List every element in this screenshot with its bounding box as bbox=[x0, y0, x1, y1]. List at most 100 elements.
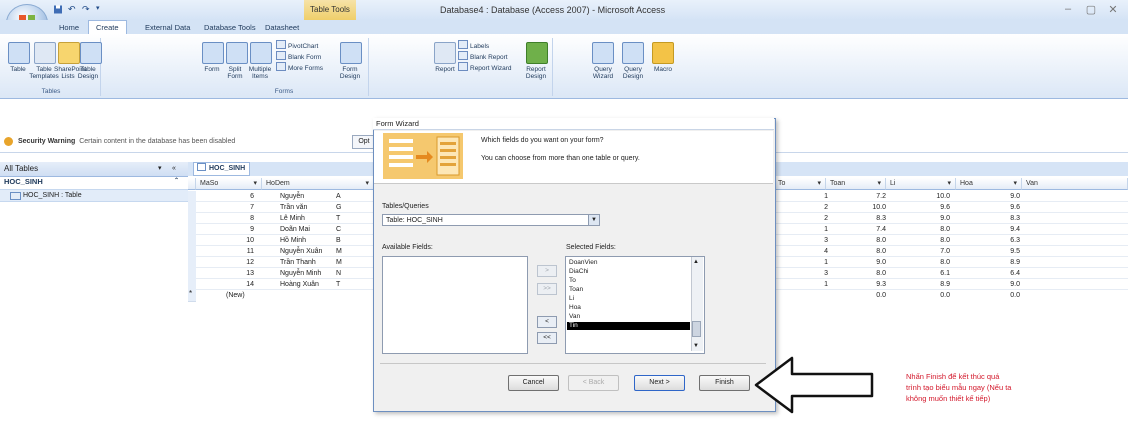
column-header-hodem[interactable]: HoDem ▾ bbox=[262, 178, 374, 190]
report-icon bbox=[434, 42, 456, 64]
nav-group-hoc-sinh[interactable]: HOC_SINH ⌃ bbox=[0, 177, 188, 188]
ribbon-group-other: Query Wizard Query Design Macro bbox=[588, 38, 696, 96]
multiple-items-icon bbox=[250, 42, 272, 64]
blank-report-icon bbox=[458, 51, 468, 60]
save-icon[interactable] bbox=[53, 4, 63, 15]
ribbon bbox=[0, 34, 1128, 99]
column-header-maso[interactable]: MaSo ▾ bbox=[196, 178, 262, 190]
table-design-icon bbox=[80, 42, 102, 64]
chevron-down-icon[interactable]: ▼ bbox=[588, 215, 599, 225]
column-header-to[interactable]: To ▾ bbox=[774, 178, 826, 190]
redo-icon[interactable]: ↷ bbox=[82, 4, 90, 15]
query-design-button[interactable]: Query Design bbox=[618, 66, 648, 80]
nav-item-hoc-sinh-table[interactable]: HOC_SINH : Table bbox=[0, 189, 188, 202]
form-design-icon bbox=[340, 42, 362, 64]
qat-customize-icon[interactable]: ▾ bbox=[96, 4, 100, 15]
tab-home[interactable]: Home bbox=[52, 21, 86, 34]
scrollbar-thumb[interactable] bbox=[692, 321, 701, 337]
table-templates-icon bbox=[34, 42, 56, 64]
form-icon bbox=[202, 42, 224, 64]
pointer-arrow-icon bbox=[754, 356, 874, 414]
new-cell-toan[interactable]: 0.0 bbox=[826, 290, 886, 301]
column-header-li[interactable]: Li ▾ bbox=[886, 178, 956, 190]
form-design-button[interactable]: Form Design bbox=[334, 66, 366, 80]
tab-external-data[interactable]: External Data bbox=[138, 21, 197, 34]
report-wizard-button[interactable]: Report Wizard bbox=[458, 62, 512, 72]
tables-queries-label: Tables/Queries bbox=[382, 203, 429, 210]
more-forms-button[interactable]: More Forms bbox=[276, 62, 323, 72]
table-design-button[interactable]: Table Design bbox=[76, 66, 100, 80]
column-header-toan[interactable]: Toan ▾ bbox=[826, 178, 886, 190]
tab-create[interactable]: Create bbox=[88, 20, 127, 35]
document-tab-hoc-sinh[interactable]: HOC_SINH bbox=[193, 162, 250, 176]
pivotchart-button[interactable]: PivotChart bbox=[276, 40, 318, 50]
contextual-tab-label: Table Tools bbox=[304, 0, 356, 20]
form-button[interactable]: Form bbox=[200, 66, 224, 73]
multiple-items-button[interactable]: Multiple Items bbox=[246, 66, 274, 80]
nav-pane-header[interactable]: All Tables ▾ « bbox=[0, 162, 188, 177]
next-button[interactable]: Next > bbox=[634, 375, 685, 391]
selected-fields-label: Selected Fields: bbox=[566, 244, 616, 251]
dialog-question: Which fields do you want on your form? bbox=[481, 137, 604, 144]
dialog-title: Form Wizard bbox=[373, 118, 774, 130]
tab-database-tools[interactable]: Database Tools bbox=[197, 21, 263, 34]
blank-form-icon bbox=[276, 51, 286, 60]
selected-field-item[interactable]: DiaChi bbox=[569, 268, 589, 276]
selected-field-item[interactable]: Toan bbox=[569, 286, 583, 294]
close-button[interactable]: ✕ bbox=[1103, 3, 1123, 16]
macro-button[interactable]: Macro bbox=[648, 66, 678, 73]
scroll-up-icon[interactable]: ▲ bbox=[693, 259, 699, 265]
split-form-button[interactable]: Split Form bbox=[222, 66, 248, 80]
selected-fields-list[interactable]: DoanVien DiaChi To Toan Li Hoa Van Tin bbox=[565, 256, 705, 354]
available-fields-label: Available Fields: bbox=[382, 244, 433, 251]
minimize-button[interactable]: – bbox=[1058, 3, 1078, 15]
nav-group-label: HOC_SINH bbox=[4, 177, 43, 186]
query-wizard-icon bbox=[592, 42, 614, 64]
report-design-icon bbox=[526, 42, 548, 64]
tables-queries-select[interactable]: Table: HOC_SINH bbox=[382, 214, 600, 226]
tab-datasheet[interactable]: Datasheet bbox=[258, 21, 306, 34]
available-fields-list[interactable] bbox=[382, 256, 528, 354]
move-all-right-button[interactable]: >> bbox=[537, 283, 557, 295]
new-cell-label[interactable]: (New) bbox=[226, 290, 266, 301]
scroll-down-icon[interactable]: ▼ bbox=[693, 343, 699, 349]
cancel-button[interactable]: Cancel bbox=[508, 375, 559, 391]
maximize-button[interactable]: ▢ bbox=[1081, 3, 1101, 16]
nav-dropdown-icon[interactable]: ▾ bbox=[158, 162, 162, 176]
undo-icon[interactable]: ↶ bbox=[68, 4, 76, 15]
finish-button[interactable]: Finish bbox=[699, 375, 750, 391]
blank-report-button[interactable]: Blank Report bbox=[458, 51, 508, 61]
selected-field-item[interactable]: DoanVien bbox=[569, 259, 597, 267]
selected-field-item[interactable]: Li bbox=[569, 295, 574, 303]
back-button[interactable]: < Back bbox=[568, 375, 619, 391]
selected-field-item[interactable]: Hoa bbox=[569, 304, 581, 312]
column-header-van[interactable]: Van bbox=[1022, 178, 1128, 190]
nav-collapse-icon[interactable]: « bbox=[172, 162, 176, 176]
chevron-up-icon[interactable]: ⌃ bbox=[174, 177, 179, 184]
move-all-left-button[interactable]: << bbox=[537, 332, 557, 344]
select-all-corner[interactable] bbox=[188, 178, 196, 190]
ribbon-group-forms: Form Split Form Multiple Items PivotChar… bbox=[200, 38, 369, 96]
new-record-selector[interactable]: * bbox=[188, 289, 196, 302]
warning-shield-icon bbox=[4, 137, 13, 146]
column-header-hoa[interactable]: Hoa ▾ bbox=[956, 178, 1022, 190]
dialog-hint: You can choose from more than one table … bbox=[481, 155, 640, 162]
query-design-icon bbox=[622, 42, 644, 64]
move-one-left-button[interactable]: < bbox=[537, 316, 557, 328]
table-icon bbox=[8, 42, 30, 64]
new-cell-hoa[interactable]: 0.0 bbox=[954, 290, 1020, 301]
dialog-separator bbox=[380, 363, 766, 364]
move-one-right-button[interactable]: > bbox=[537, 265, 557, 277]
annotation-note: Nhấn Finish để kết thúc quá trình tạo bi… bbox=[906, 372, 1012, 403]
selected-field-item[interactable]: Van bbox=[569, 313, 580, 321]
query-wizard-button[interactable]: Query Wizard bbox=[588, 66, 618, 80]
selected-field-item[interactable]: To bbox=[569, 277, 576, 285]
blank-form-button[interactable]: Blank Form bbox=[276, 51, 321, 61]
report-design-button[interactable]: Report Design bbox=[520, 66, 552, 80]
labels-button[interactable]: Labels bbox=[458, 40, 489, 50]
report-button[interactable]: Report bbox=[432, 66, 458, 73]
selected-field-item[interactable]: Tin bbox=[567, 322, 690, 330]
security-warning-text: Security Warning Certain content in the … bbox=[18, 138, 236, 145]
new-cell-li[interactable]: 0.0 bbox=[884, 290, 950, 301]
window-title: Database4 : Database (Access 2007) - Mic… bbox=[440, 5, 666, 15]
